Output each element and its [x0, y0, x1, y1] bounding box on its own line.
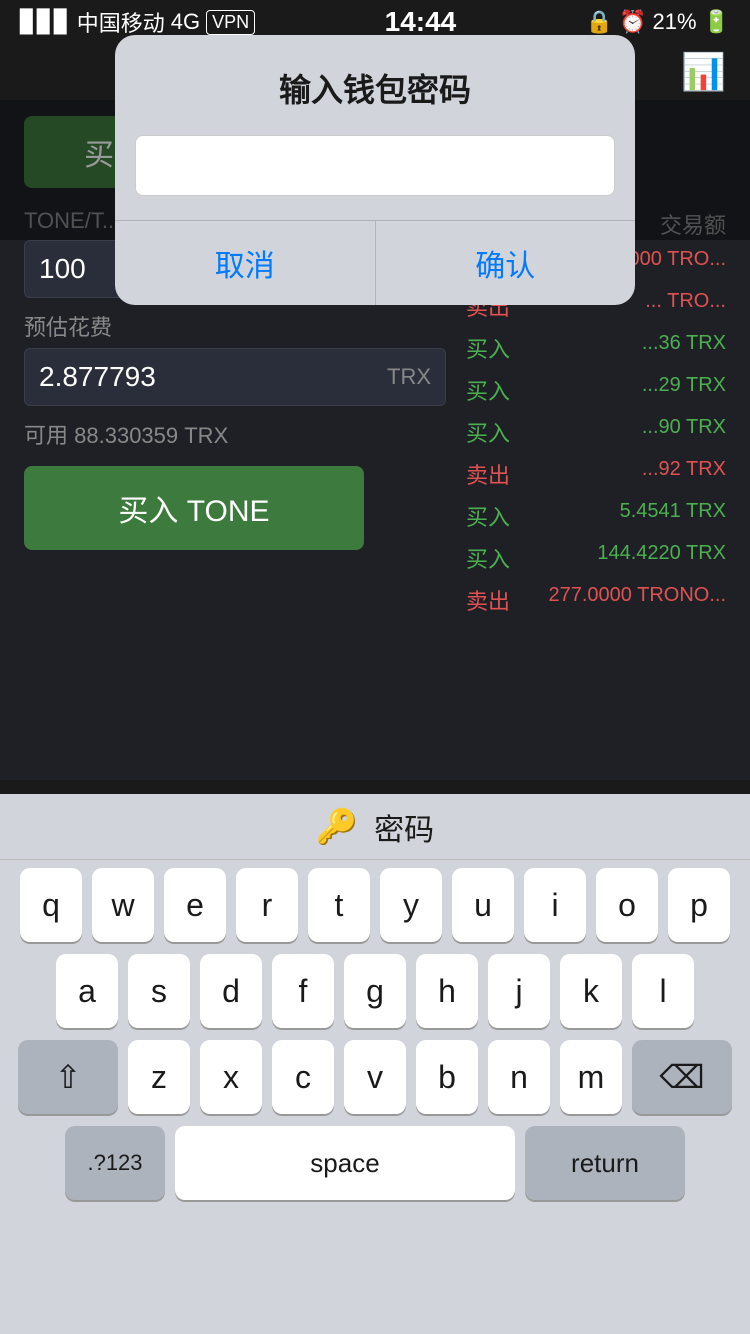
delete-key[interactable]: ⌫ [632, 1040, 732, 1114]
key-u[interactable]: u [452, 868, 514, 942]
trade-amount: 5.4541 TRX [620, 500, 726, 532]
key-y[interactable]: y [380, 868, 442, 942]
clock: 14:44 [385, 6, 457, 38]
key-e[interactable]: e [164, 868, 226, 942]
key-icon: 🔑 [316, 807, 358, 847]
estimated-value: 2.877793 [39, 361, 156, 393]
trade-amount: 144.4220 TRX [597, 542, 726, 574]
dialog-input-wrap[interactable] [135, 135, 615, 196]
key-h[interactable]: h [416, 954, 478, 1028]
trade-amount: ...90 TRX [642, 416, 726, 448]
key-row-4: .?123 space return [6, 1126, 744, 1200]
chart-icon[interactable]: 📊 [681, 51, 726, 93]
key-b[interactable]: b [416, 1040, 478, 1114]
trade-row: 买入 144.4220 TRX [466, 542, 726, 574]
trade-dir: 买入 [466, 500, 510, 532]
key-f[interactable]: f [272, 954, 334, 1028]
key-j[interactable]: j [488, 954, 550, 1028]
key-m[interactable]: m [560, 1040, 622, 1114]
trade-row: 买入 ...29 TRX [466, 374, 726, 406]
key-a[interactable]: a [56, 954, 118, 1028]
keyboard-field-label: 密码 [374, 805, 434, 849]
estimated-label: 预估花费 [24, 310, 446, 342]
trade-amount: ...29 TRX [642, 374, 726, 406]
network-label: 4G [171, 9, 200, 35]
battery-icon: 🔋 [703, 9, 730, 35]
key-l[interactable]: l [632, 954, 694, 1028]
carrier-label: 中国移动 [77, 6, 165, 38]
dialog-title: 输入钱包密码 [115, 65, 635, 111]
lock-icon: 🔒 [586, 9, 613, 35]
key-p[interactable]: p [668, 868, 730, 942]
trade-row: 卖出 ...92 TRX [466, 458, 726, 490]
key-x[interactable]: x [200, 1040, 262, 1114]
trade-amount: 277.0000 TRONO... [549, 584, 727, 616]
vpn-badge: VPN [206, 10, 255, 35]
key-n[interactable]: n [488, 1040, 550, 1114]
trade-amount: ... TRO... [645, 290, 726, 322]
cancel-button[interactable]: 取消 [115, 221, 376, 305]
trade-row: 买入 ...36 TRX [466, 332, 726, 364]
key-row-3: ⇧ z x c v b n m ⌫ [6, 1040, 744, 1114]
keyboard-rows: q w e r t y u i o p a s d f g h j k l ⇧ … [0, 860, 750, 1200]
key-v[interactable]: v [344, 1040, 406, 1114]
key-w[interactable]: w [92, 868, 154, 942]
trade-row: 卖出 277.0000 TRONO... [466, 584, 726, 616]
shift-key[interactable]: ⇧ [18, 1040, 118, 1114]
status-left: ▊▊▊ 中国移动 4G VPN [20, 6, 255, 38]
key-d[interactable]: d [200, 954, 262, 1028]
key-z[interactable]: z [128, 1040, 190, 1114]
num-key[interactable]: .?123 [65, 1126, 165, 1200]
key-g[interactable]: g [344, 954, 406, 1028]
key-s[interactable]: s [128, 954, 190, 1028]
trade-dir: 买入 [466, 332, 510, 364]
estimated-field: 2.877793 TRX [24, 348, 446, 406]
password-input[interactable] [135, 135, 615, 196]
trade-amount: ...36 TRX [642, 332, 726, 364]
quantity-value: 100 [39, 253, 86, 285]
key-c[interactable]: c [272, 1040, 334, 1114]
key-q[interactable]: q [20, 868, 82, 942]
trade-dir: 买入 [466, 416, 510, 448]
key-t[interactable]: t [308, 868, 370, 942]
confirm-button[interactable]: 确认 [376, 221, 636, 305]
battery-label: 21% [653, 9, 697, 35]
signal-icon: ▊▊▊ [20, 9, 71, 35]
return-key[interactable]: return [525, 1126, 685, 1200]
key-o[interactable]: o [596, 868, 658, 942]
key-r[interactable]: r [236, 868, 298, 942]
buy-tone-button[interactable]: 买入 TONE [24, 466, 364, 550]
space-key[interactable]: space [175, 1126, 515, 1200]
trading-area: 买入 卖出 TONE/T... 100 预估花费 2.877793 TRX 可用… [0, 100, 750, 780]
trade-row: 买入 5.4541 TRX [466, 500, 726, 532]
trade-dir: 买入 [466, 542, 510, 574]
alarm-icon: ⏰ [619, 9, 646, 35]
dialog-overlay: 输入钱包密码 取消 确认 [0, 100, 750, 240]
trade-dir: 买入 [466, 374, 510, 406]
password-dialog: 输入钱包密码 取消 确认 [115, 35, 635, 305]
key-i[interactable]: i [524, 868, 586, 942]
available-text: 可用 88.330359 TRX [24, 418, 446, 450]
key-row-1: q w e r t y u i o p [6, 868, 744, 942]
dialog-buttons: 取消 确认 [115, 220, 635, 305]
keyboard-top-bar: 🔑 密码 [0, 794, 750, 860]
key-row-2: a s d f g h j k l [6, 954, 744, 1028]
trade-row: 买入 ...90 TRX [466, 416, 726, 448]
trade-dir: 卖出 [466, 584, 510, 616]
trade-amount: ...92 TRX [642, 458, 726, 490]
status-right: 🔒 ⏰ 21% 🔋 [586, 9, 730, 35]
trade-dir: 卖出 [466, 458, 510, 490]
keyboard: 🔑 密码 q w e r t y u i o p a s d f g h j k… [0, 794, 750, 1334]
key-k[interactable]: k [560, 954, 622, 1028]
estimated-unit: TRX [387, 364, 431, 390]
